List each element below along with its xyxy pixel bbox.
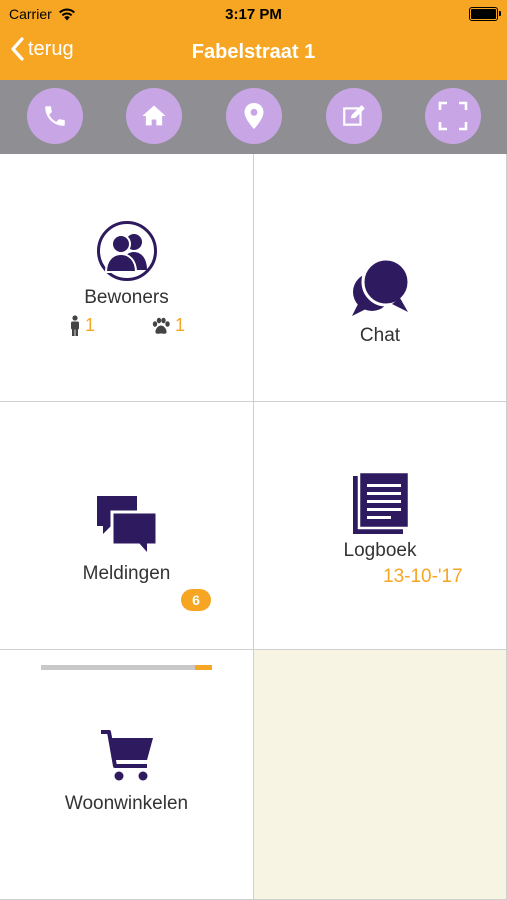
dashboard-grid: Bewoners 1 1 Chat Meldingen 6 Logboek 13…: [0, 154, 507, 900]
tile-woonwinkelen-label: Woonwinkelen: [64, 793, 189, 814]
persons-count-value: 1: [85, 315, 96, 335]
paw-icon: [152, 317, 170, 334]
edit-icon: [343, 105, 365, 126]
phone-icon: [45, 106, 65, 126]
logboek-date: 13-10-'17: [383, 566, 463, 587]
call-button[interactable]: [27, 88, 83, 144]
action-bar: [0, 80, 507, 154]
woonwinkelen-progress-fill: [194, 665, 212, 670]
map-pin-icon: [244, 103, 264, 129]
shopping-cart-icon: [101, 730, 153, 781]
tile-meldingen[interactable]: Meldingen 6: [0, 402, 254, 650]
residents-icon: [97, 221, 157, 281]
chevron-left-icon: [11, 37, 24, 61]
home-button[interactable]: [126, 88, 182, 144]
home-icon: [142, 105, 166, 126]
logbook-icon: [353, 472, 409, 534]
pets-count: 1: [151, 315, 185, 336]
scan-button[interactable]: [425, 88, 481, 144]
persons-count: 1: [69, 315, 95, 336]
tile-meldingen-label: Meldingen: [82, 563, 171, 584]
tile-logboek[interactable]: Logboek 13-10-'17: [254, 402, 507, 650]
status-bar: Carrier 3:17 PM: [0, 0, 507, 28]
empty-tile: [254, 650, 507, 900]
tile-bewoners-label: Bewoners: [84, 287, 169, 308]
note-button[interactable]: [326, 88, 382, 144]
tile-chat[interactable]: Chat: [254, 154, 507, 402]
pets-count-value: 1: [175, 315, 186, 335]
tile-logboek-label: Logboek: [343, 540, 417, 561]
chat-bubbles-icon: [352, 257, 411, 316]
tile-woonwinkelen[interactable]: Woonwinkelen: [0, 650, 254, 900]
person-icon: [71, 315, 79, 336]
messages-icon: [97, 496, 157, 552]
scan-frame-icon: [438, 101, 468, 131]
back-button[interactable]: terug: [10, 37, 74, 61]
meldingen-badge: 6: [181, 589, 211, 611]
location-button[interactable]: [226, 88, 282, 144]
page-title: Fabelstraat 1: [191, 41, 316, 63]
tile-chat-label: Chat: [359, 325, 401, 346]
navigation-bar: terug Fabelstraat 1: [0, 28, 507, 80]
battery-icon: [469, 7, 501, 21]
back-label: terug: [28, 37, 74, 60]
status-time: 3:17 PM: [225, 6, 282, 23]
woonwinkelen-progress-bar: [41, 665, 212, 670]
tile-bewoners[interactable]: Bewoners 1 1: [0, 154, 254, 402]
